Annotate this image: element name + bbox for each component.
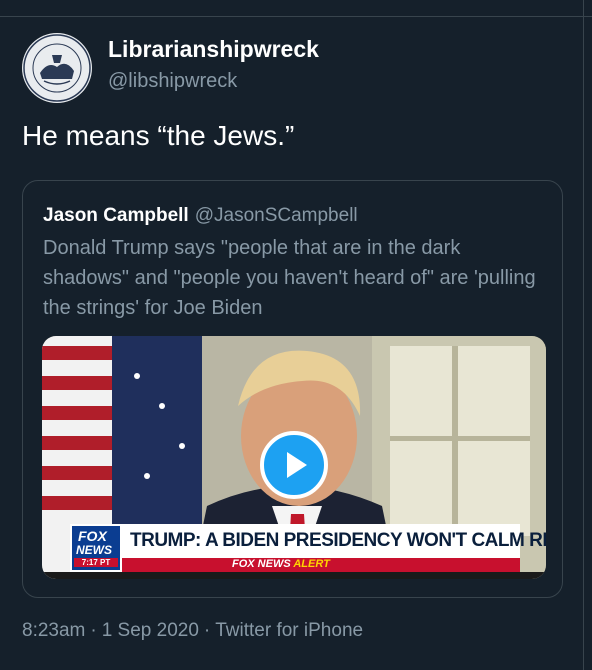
alert-prefix: FOX NEWS (232, 558, 291, 570)
alert-bar: FOX NEWS ALERT (122, 558, 520, 572)
avatar[interactable] (22, 33, 92, 103)
quoted-tweet-card[interactable]: Jason Campbell @JasonSCampbell Donald Tru… (22, 180, 563, 598)
alert-text: FOX NEWS ALERT (232, 558, 330, 570)
tweet-text: He means “the Jews.” (22, 120, 295, 151)
news-ticker (42, 572, 546, 579)
tweet-date[interactable]: 1 Sep 2020 (102, 620, 199, 641)
separator-dot: · (203, 620, 211, 641)
alert-word: ALERT (293, 558, 330, 570)
fox-news-logo: FOX NEWS 7:17 PT (70, 524, 122, 572)
video-thumbnail[interactable]: FOX NEWS 7:17 PT TRUMP: A BIDEN PRESIDEN… (42, 336, 546, 579)
author-name[interactable]: Librarianshipwreck (108, 36, 319, 63)
quoted-author-name: Jason Campbell (43, 205, 189, 226)
logo-bottom-text: NEWS (76, 543, 112, 557)
logo-time-text: 7:17 PT (74, 558, 118, 567)
tweet-time[interactable]: 8:23am (22, 620, 85, 641)
separator-dot: · (90, 620, 97, 641)
quoted-tweet-header: Jason Campbell @JasonSCampbell (43, 205, 358, 227)
quoted-author-handle: @JasonSCampbell (194, 205, 358, 226)
tweet-metadata: 8:23am · 1 Sep 2020 · Twitter for iPhone (22, 620, 363, 642)
play-button[interactable] (260, 431, 328, 499)
news-headline: TRUMP: A BIDEN PRESIDENCY WON'T CALM RIO… (130, 530, 546, 551)
logo-top-text: FOX (78, 528, 107, 544)
seal-icon (23, 34, 91, 102)
author-handle[interactable]: @libshipwreck (108, 70, 237, 93)
news-banner: FOX NEWS 7:17 PT TRUMP: A BIDEN PRESIDEN… (70, 524, 546, 572)
quoted-tweet-text: Donald Trump says "people that are in th… (43, 237, 536, 319)
play-icon (287, 452, 307, 478)
tweet-source[interactable]: Twitter for iPhone (215, 620, 363, 641)
top-divider (0, 16, 592, 17)
right-divider (583, 0, 584, 670)
